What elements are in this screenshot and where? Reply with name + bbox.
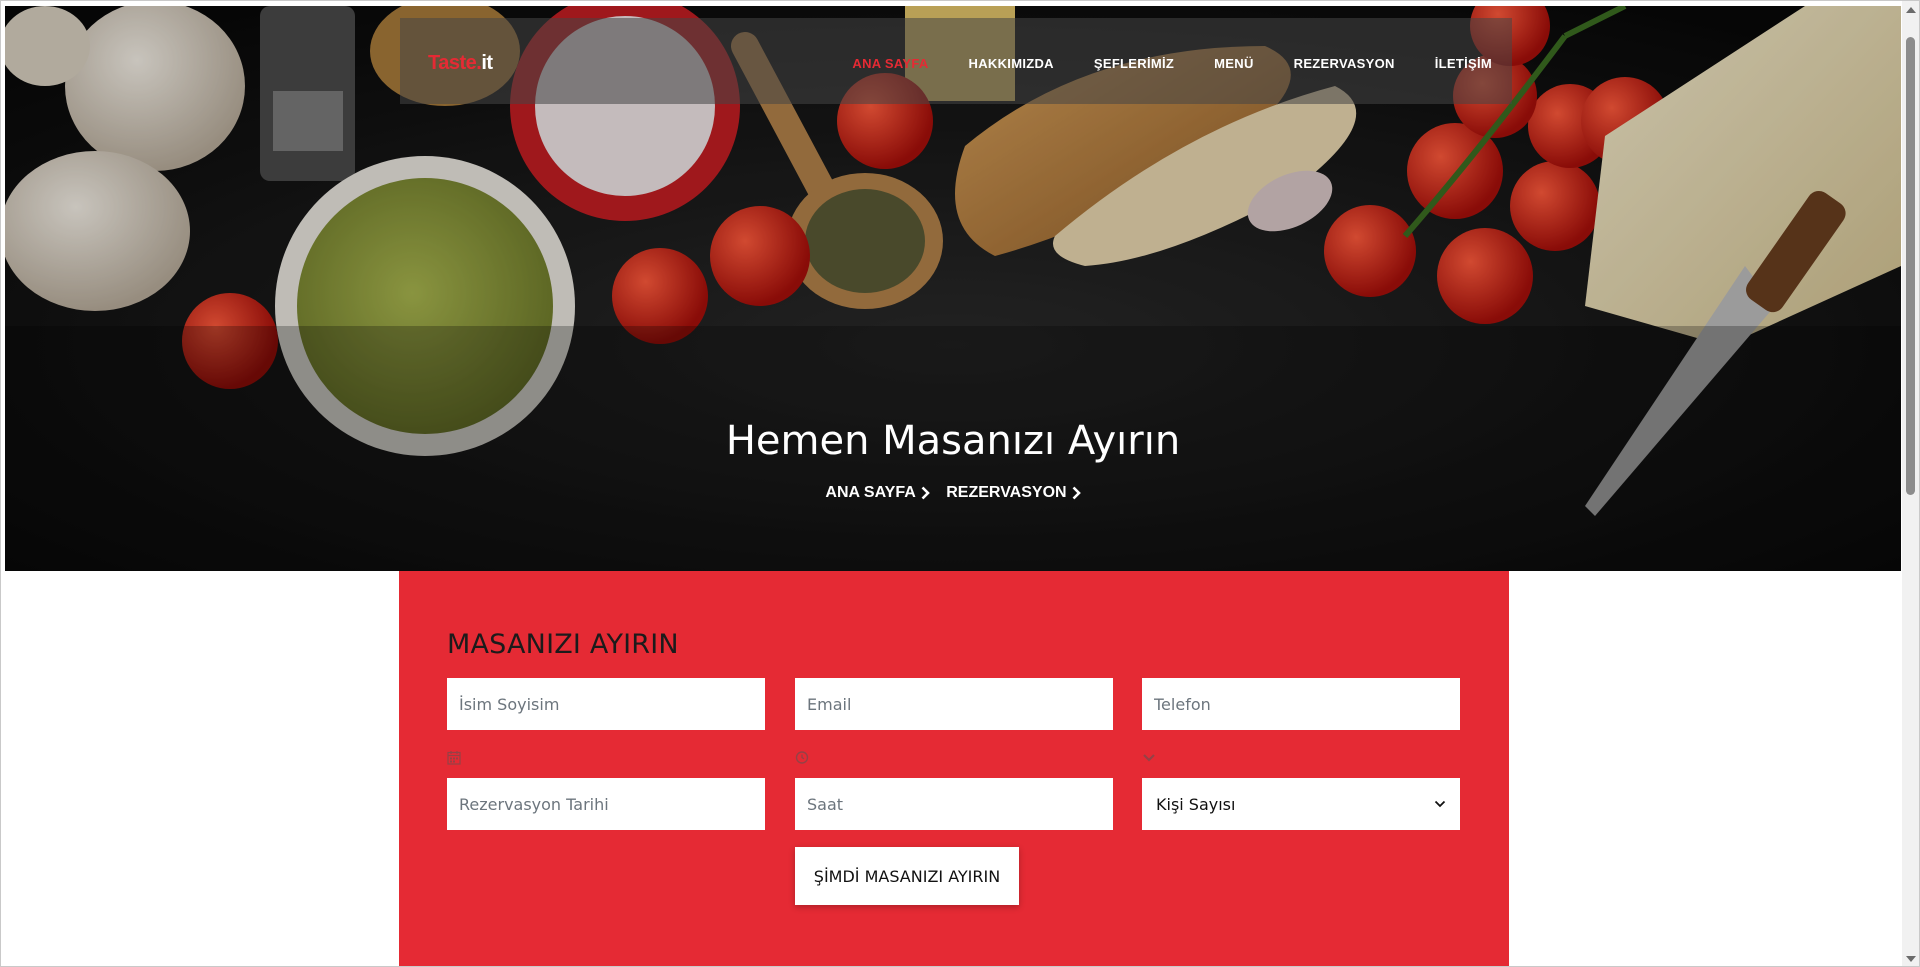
- nav-links: ANA SAYFA HAKKIMIZDA ŞEFLERİMİZ MENÜ REZ…: [812, 56, 1492, 71]
- brand-part-1: Taste.: [428, 52, 482, 74]
- chevron-down-icon: [1143, 754, 1155, 762]
- chevron-right-icon: [1072, 486, 1081, 500]
- phone-input[interactable]: [1142, 678, 1460, 730]
- email-input[interactable]: [795, 678, 1113, 730]
- nav-item-ana-sayfa[interactable]: ANA SAYFA: [852, 56, 928, 71]
- nav-item-menu[interactable]: MENÜ: [1214, 56, 1253, 71]
- reservation-heading: MASANIZI AYIRIN: [447, 629, 679, 660]
- nav-item-hakkimizda[interactable]: HAKKIMIZDA: [969, 56, 1054, 71]
- guest-count-value: Kişi Sayısı: [1156, 794, 1236, 814]
- breadcrumb: ANA SAYFA REZERVASYON: [5, 484, 1901, 502]
- main-navbar: Taste.it ANA SAYFA HAKKIMIZDA ŞEFLERİMİZ…: [400, 18, 1512, 104]
- reserve-now-button[interactable]: ŞİMDİ MASANIZI AYIRIN: [795, 847, 1019, 905]
- scroll-up-icon[interactable]: [1906, 7, 1916, 13]
- page-scrollbar[interactable]: [1902, 1, 1919, 966]
- reservation-panel: MASANIZI AYIRIN Kişi Sayısı ŞİMDİ MASANI…: [399, 571, 1509, 966]
- hero-banner: Taste.it ANA SAYFA HAKKIMIZDA ŞEFLERİMİZ…: [5, 6, 1901, 571]
- scroll-down-icon[interactable]: [1906, 956, 1916, 962]
- calendar-icon: [447, 751, 461, 765]
- breadcrumb-label-rezervasyon: REZERVASYON: [946, 484, 1067, 501]
- name-input[interactable]: [447, 678, 765, 730]
- chevron-right-icon: [921, 486, 930, 500]
- page-title: Hemen Masanızı Ayırın: [725, 418, 1181, 464]
- guest-count-select[interactable]: Kişi Sayısı: [1142, 778, 1460, 830]
- browser-viewport: Taste.it ANA SAYFA HAKKIMIZDA ŞEFLERİMİZ…: [0, 0, 1920, 967]
- nav-item-iletisim[interactable]: İLETİŞİM: [1435, 56, 1492, 71]
- breadcrumb-label-home: ANA SAYFA: [825, 484, 916, 501]
- scroll-thumb[interactable]: [1906, 37, 1915, 495]
- nav-item-seflerimiz[interactable]: ŞEFLERİMİZ: [1094, 56, 1174, 71]
- reservation-date-input[interactable]: [447, 778, 765, 830]
- brand-part-2: it: [481, 52, 493, 74]
- nav-item-rezervasyon[interactable]: REZERVASYON: [1294, 56, 1395, 71]
- clock-icon: [795, 751, 809, 764]
- brand-logo[interactable]: Taste.it: [428, 52, 493, 75]
- breadcrumb-item-home[interactable]: ANA SAYFA: [825, 484, 930, 502]
- select-chevron-icon: [1434, 800, 1446, 808]
- time-input[interactable]: [795, 778, 1113, 830]
- breadcrumb-item-rezervasyon[interactable]: REZERVASYON: [946, 484, 1081, 502]
